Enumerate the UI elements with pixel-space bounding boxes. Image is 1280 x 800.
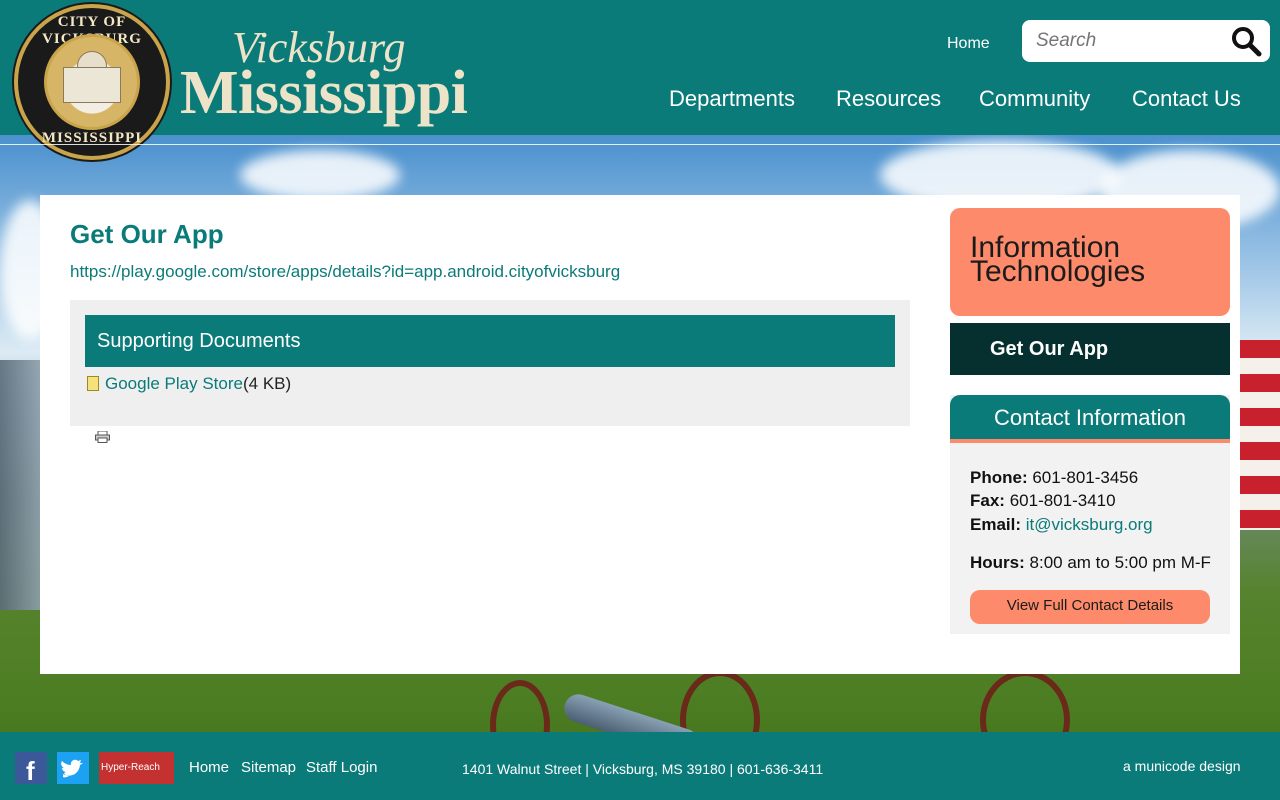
header-divider bbox=[0, 144, 1280, 145]
svg-text:f: f bbox=[26, 756, 35, 784]
document-file-icon bbox=[87, 376, 99, 391]
print-icon[interactable] bbox=[95, 431, 110, 443]
contact-fax: Fax: 601-801-3410 bbox=[970, 491, 1116, 510]
main-content: Get Our App https://play.google.com/stor… bbox=[40, 195, 1240, 674]
view-full-contact-button[interactable]: View Full Contact Details bbox=[970, 590, 1210, 624]
contact-hours: Hours: 8:00 am to 5:00 pm M-F bbox=[970, 553, 1211, 572]
contact-information-panel: Contact Information Phone: 601-801-3456 … bbox=[950, 395, 1230, 634]
footer-home-link[interactable]: Home bbox=[189, 759, 229, 776]
hyper-reach-logo[interactable]: Hyper-Reach bbox=[99, 752, 174, 784]
logo-main-text[interactable]: Mississippi bbox=[180, 62, 468, 124]
document-size: (4 KB) bbox=[243, 374, 292, 393]
site-header: CITY OF VICKSBURG MISSISSIPPI Vicksburg … bbox=[0, 0, 1280, 160]
footer-sitemap-link[interactable]: Sitemap bbox=[241, 759, 296, 776]
supporting-documents: Supporting Documents Google Play Store (… bbox=[70, 300, 910, 426]
department-name-line2: Technologies bbox=[970, 255, 1146, 288]
facebook-icon[interactable]: f bbox=[15, 752, 47, 786]
contact-email: Email: it@vicksburg.org bbox=[970, 515, 1153, 534]
contact-phone: Phone: 601-801-3456 bbox=[970, 468, 1139, 487]
sidebar-item-label: Get Our App bbox=[990, 338, 1109, 360]
email-link[interactable]: it@vicksburg.org bbox=[1026, 515, 1153, 534]
header-home-link[interactable]: Home bbox=[947, 35, 990, 53]
nav-community[interactable]: Community bbox=[979, 86, 1090, 112]
sidebar-item-get-our-app[interactable]: Get Our App bbox=[950, 323, 1230, 375]
documents-heading: Supporting Documents bbox=[97, 330, 301, 352]
search-icon[interactable] bbox=[1230, 25, 1262, 57]
footer-address: 1401 Walnut Street | Vicksburg, MS 39180… bbox=[462, 761, 824, 777]
contact-heading: Contact Information bbox=[994, 405, 1186, 430]
documents-header: Supporting Documents bbox=[85, 315, 895, 367]
twitter-icon[interactable] bbox=[57, 752, 89, 784]
nav-departments[interactable]: Departments bbox=[669, 86, 795, 112]
department-title-box: Information Technologies bbox=[950, 208, 1230, 316]
nav-resources[interactable]: Resources bbox=[836, 86, 941, 112]
nav-contact-us[interactable]: Contact Us bbox=[1132, 86, 1241, 112]
app-url-link[interactable]: https://play.google.com/store/apps/detai… bbox=[70, 262, 620, 282]
search-box bbox=[1022, 20, 1270, 62]
contact-header: Contact Information bbox=[950, 395, 1230, 443]
footer-staff-login-link[interactable]: Staff Login bbox=[306, 759, 377, 776]
page-title: Get Our App bbox=[70, 219, 224, 249]
city-seal-logo[interactable]: CITY OF VICKSBURG MISSISSIPPI bbox=[14, 4, 170, 160]
search-input[interactable] bbox=[1036, 28, 1226, 54]
document-link[interactable]: Google Play Store bbox=[105, 374, 243, 394]
site-footer: f Hyper-Reach Home Sitemap Staff Login 1… bbox=[0, 732, 1280, 800]
municode-credit-link[interactable]: a municode design bbox=[1123, 758, 1241, 774]
